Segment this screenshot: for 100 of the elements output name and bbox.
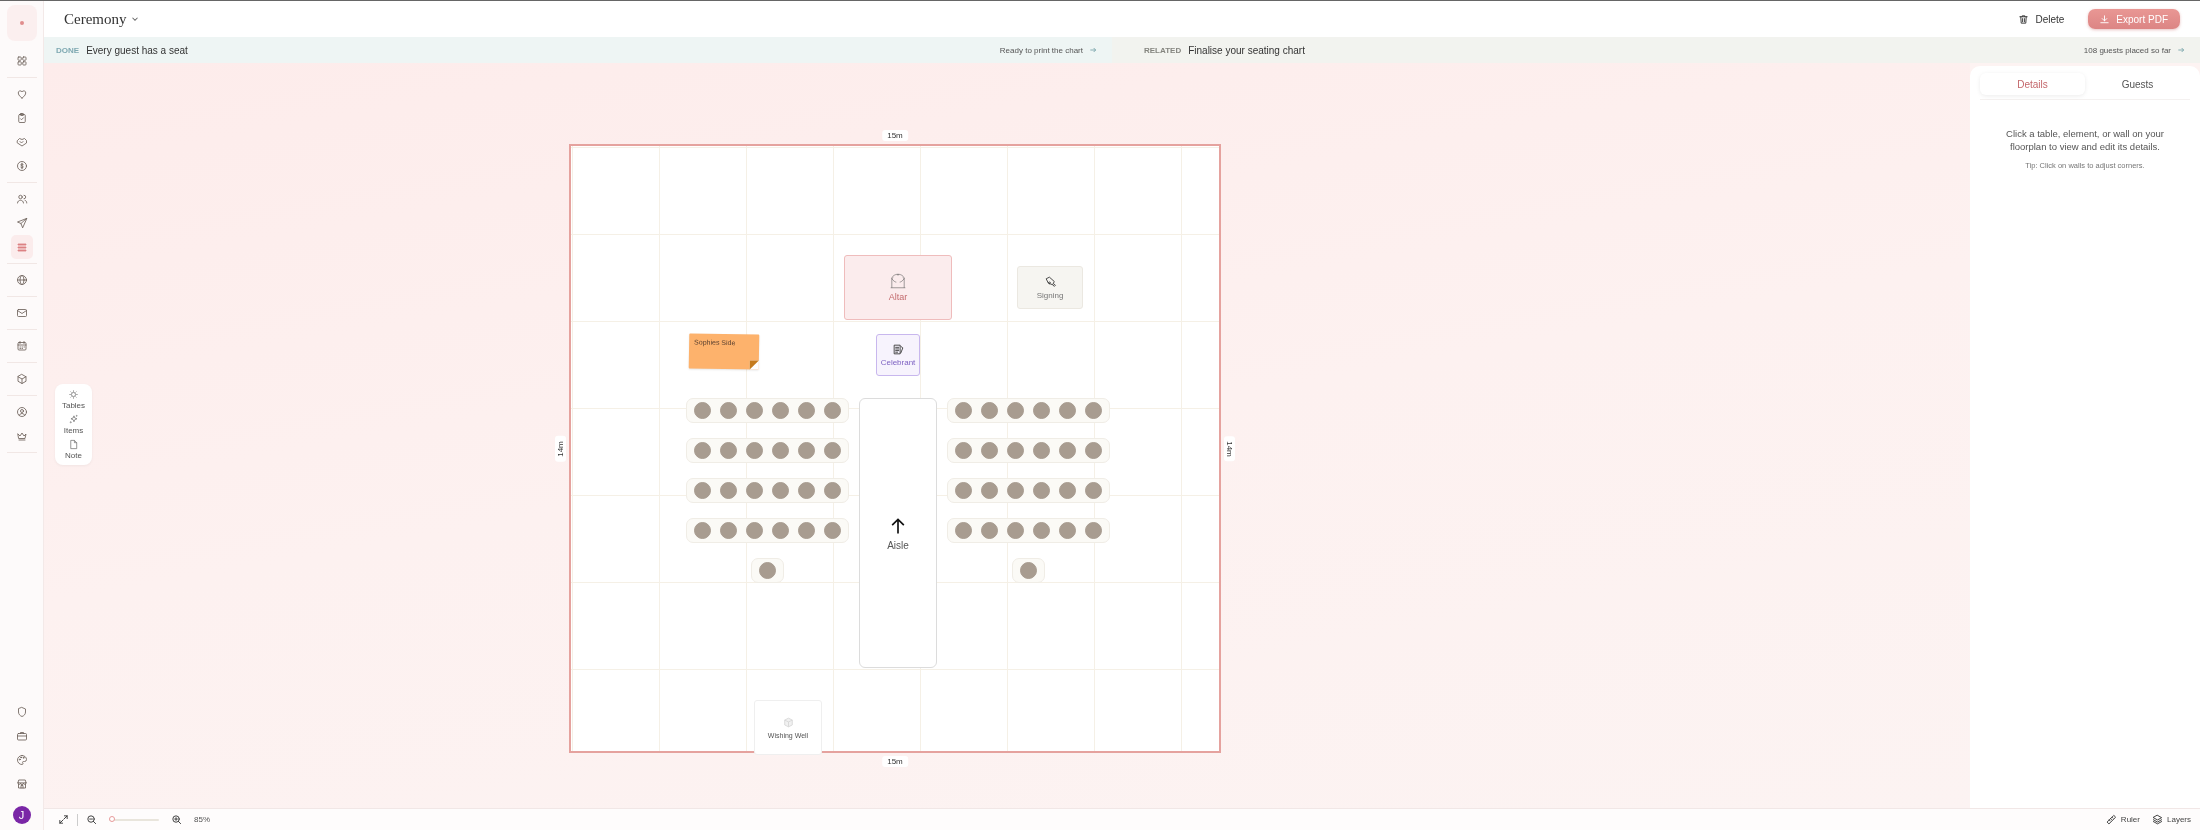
trash-icon xyxy=(2018,13,2030,25)
dimension-label: 14m xyxy=(1224,435,1235,462)
seat[interactable] xyxy=(720,482,737,499)
seat-row[interactable] xyxy=(686,518,849,543)
seat[interactable] xyxy=(746,402,763,419)
seat-row[interactable] xyxy=(947,478,1110,503)
seat[interactable] xyxy=(981,442,998,459)
tool-button[interactable]: Items xyxy=(63,414,84,435)
seat[interactable] xyxy=(1059,522,1076,539)
seat[interactable] xyxy=(955,522,972,539)
seat[interactable] xyxy=(720,522,737,539)
seat[interactable] xyxy=(1033,402,1050,419)
banner-title: Finalise your seating chart xyxy=(1188,44,1305,56)
signing-element[interactable]: Signing xyxy=(1017,266,1083,309)
seat[interactable] xyxy=(824,442,841,459)
seat-row[interactable] xyxy=(686,398,849,423)
zoom-out-icon[interactable] xyxy=(86,814,97,825)
seat[interactable] xyxy=(824,402,841,419)
seat-row[interactable] xyxy=(751,558,784,583)
arrow-right-icon xyxy=(1089,46,1097,54)
seat[interactable] xyxy=(824,482,841,499)
seat-row[interactable] xyxy=(947,398,1110,423)
seat[interactable] xyxy=(746,482,763,499)
seat[interactable] xyxy=(1007,402,1024,419)
seat[interactable] xyxy=(694,482,711,499)
seat[interactable] xyxy=(981,402,998,419)
sparkle-icon xyxy=(68,414,79,425)
seat[interactable] xyxy=(746,522,763,539)
seat[interactable] xyxy=(1033,522,1050,539)
seat[interactable] xyxy=(798,482,815,499)
seat[interactable] xyxy=(1033,442,1050,459)
seat[interactable] xyxy=(759,562,776,579)
delete-button[interactable]: Delete xyxy=(2018,13,2065,25)
banner-link[interactable]: 108 guests placed so far xyxy=(2083,45,2185,55)
dimension-label: 14m xyxy=(555,435,566,462)
seat[interactable] xyxy=(720,402,737,419)
seat[interactable] xyxy=(746,442,763,459)
seat[interactable] xyxy=(772,442,789,459)
seat[interactable] xyxy=(1007,522,1024,539)
seat-row[interactable] xyxy=(1012,558,1045,583)
plan-title-dropdown[interactable]: Ceremony xyxy=(64,10,141,28)
banner-title: Every guest has a seat xyxy=(86,44,188,56)
layers-button[interactable]: Layers xyxy=(2152,814,2191,825)
pen-nib-icon xyxy=(1043,275,1057,288)
panel-tab[interactable]: Details xyxy=(1980,73,2085,95)
seat[interactable] xyxy=(694,522,711,539)
banner-tag: DONE xyxy=(56,45,80,55)
seat[interactable] xyxy=(798,522,815,539)
slider-thumb[interactable] xyxy=(108,815,115,822)
seat[interactable] xyxy=(1020,562,1037,579)
seat[interactable] xyxy=(1085,442,1102,459)
dimension-label: 15m xyxy=(882,130,908,141)
arch-icon xyxy=(889,273,907,289)
seat[interactable] xyxy=(1033,482,1050,499)
seat[interactable] xyxy=(798,402,815,419)
zoom-in-icon[interactable] xyxy=(171,814,182,825)
tool-button[interactable]: Tables xyxy=(61,389,86,410)
seat[interactable] xyxy=(1059,402,1076,419)
seat-row[interactable] xyxy=(686,438,849,463)
panel-tab[interactable]: Guests xyxy=(2085,73,2190,95)
seat[interactable] xyxy=(1085,482,1102,499)
ruler-button[interactable]: Ruler xyxy=(2105,814,2140,825)
seat[interactable] xyxy=(955,402,972,419)
seat[interactable] xyxy=(955,442,972,459)
seat[interactable] xyxy=(981,522,998,539)
seat[interactable] xyxy=(694,442,711,459)
seat[interactable] xyxy=(1007,442,1024,459)
seat[interactable] xyxy=(1007,482,1024,499)
ruler-icon xyxy=(2105,814,2117,825)
seat-row[interactable] xyxy=(947,518,1110,543)
seat[interactable] xyxy=(772,522,789,539)
seat[interactable] xyxy=(694,402,711,419)
expand-icon[interactable] xyxy=(58,814,69,825)
seat[interactable] xyxy=(955,482,972,499)
user-avatar[interactable]: J xyxy=(12,806,31,824)
seat[interactable] xyxy=(1085,402,1102,419)
file-icon xyxy=(68,439,79,450)
seat-row[interactable] xyxy=(686,478,849,503)
celebrant-element[interactable]: Celebrant xyxy=(876,334,920,376)
seat[interactable] xyxy=(1059,482,1076,499)
arrow-right-icon xyxy=(2177,46,2185,54)
zoom-slider[interactable] xyxy=(109,818,159,821)
zoom-reading: 85% xyxy=(194,815,210,824)
seat[interactable] xyxy=(1059,442,1076,459)
tool-button[interactable]: Note xyxy=(65,439,82,460)
download-icon xyxy=(2099,13,2111,25)
seat[interactable] xyxy=(824,522,841,539)
seat[interactable] xyxy=(772,402,789,419)
seat-row[interactable] xyxy=(947,438,1110,463)
book-icon xyxy=(891,343,905,356)
seat[interactable] xyxy=(1085,522,1102,539)
seat[interactable] xyxy=(772,482,789,499)
empty-state-message: Click a table, element, or wall on your floorplan to view and edit its details. xyxy=(2005,127,2165,154)
dimension-label: 15m xyxy=(882,756,908,767)
seat[interactable] xyxy=(798,442,815,459)
seat[interactable] xyxy=(981,482,998,499)
banner-tag: RELATED xyxy=(1144,45,1182,55)
seat[interactable] xyxy=(720,442,737,459)
aisle-element[interactable]: Aisle xyxy=(859,398,937,668)
banner-link[interactable]: Ready to print the chart xyxy=(999,45,1097,55)
